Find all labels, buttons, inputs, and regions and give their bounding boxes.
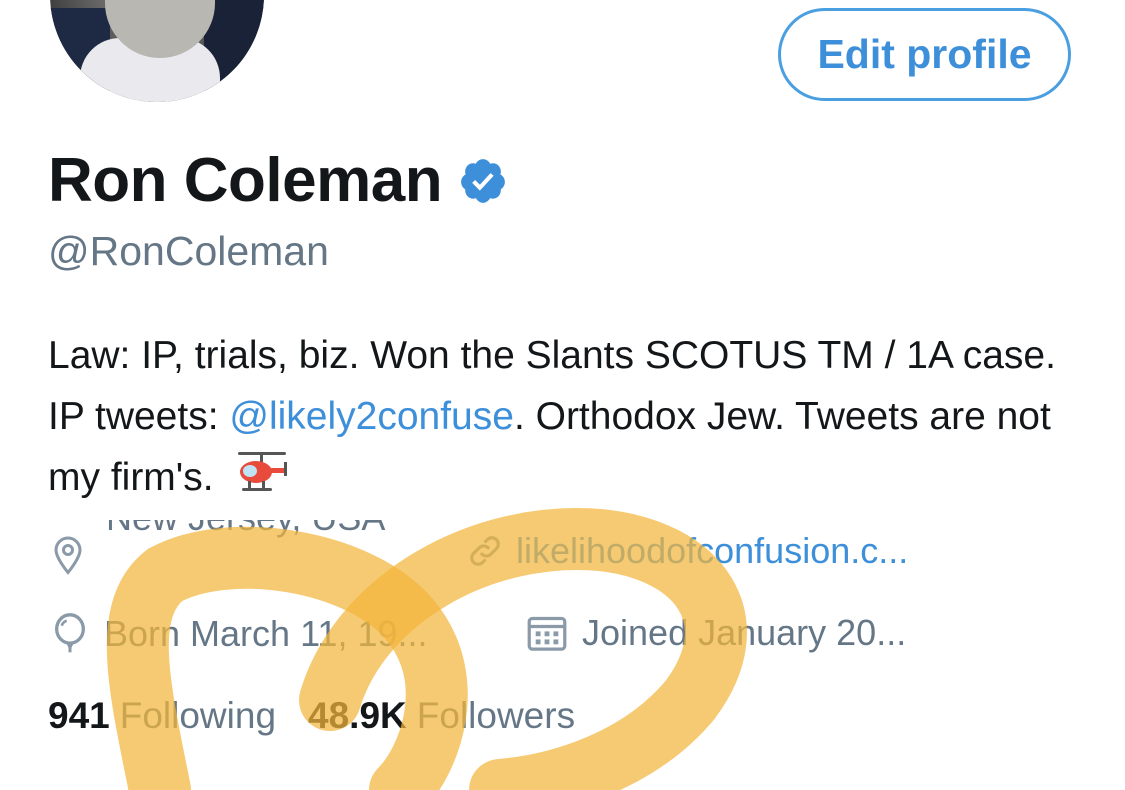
bio-mention-link[interactable]: @likely2confuse	[229, 395, 514, 438]
profile-joined-date: Joined January 20...	[526, 612, 906, 654]
followers-label: Followers	[416, 695, 576, 736]
link-icon	[466, 532, 504, 570]
profile-birthday: Born March 11, 19...	[50, 612, 428, 656]
website-link[interactable]: likelihoodofconfusion.c...	[516, 530, 908, 572]
balloon-icon	[50, 612, 90, 656]
profile-header: Edit profile Ron Coleman @RonColeman Law…	[0, 0, 1125, 790]
joined-text: Joined January 20...	[582, 612, 907, 653]
following-label: Following	[119, 695, 277, 736]
display-name: Ron Coleman	[48, 146, 443, 215]
birthday-text: Born March 11, 19...	[104, 613, 428, 654]
location-icon	[50, 535, 86, 577]
following-count: 941	[48, 695, 110, 736]
follow-stats: 941 Following 48.9K Followers	[48, 695, 607, 737]
name-row: Ron Coleman	[48, 145, 508, 216]
calendar-icon	[526, 613, 568, 653]
followers-count: 48.9K	[308, 695, 407, 736]
handle: @RonColeman	[48, 228, 329, 274]
profile-location: New Jersey, USA	[50, 520, 396, 592]
avatar[interactable]	[44, 0, 270, 108]
helicopter-icon	[230, 448, 290, 498]
location-text: New Jersey, USA	[106, 520, 396, 536]
location-text-wrapper: New Jersey, USA	[106, 520, 396, 592]
edit-profile-button[interactable]: Edit profile	[778, 8, 1071, 101]
following-stat[interactable]: 941 Following	[48, 695, 276, 737]
bio: Law: IP, trials, biz. Won the Slants SCO…	[48, 325, 1088, 508]
verified-badge-icon	[458, 156, 508, 206]
followers-stat[interactable]: 48.9K Followers	[308, 695, 575, 737]
profile-website[interactable]: likelihoodofconfusion.c...	[466, 530, 908, 572]
